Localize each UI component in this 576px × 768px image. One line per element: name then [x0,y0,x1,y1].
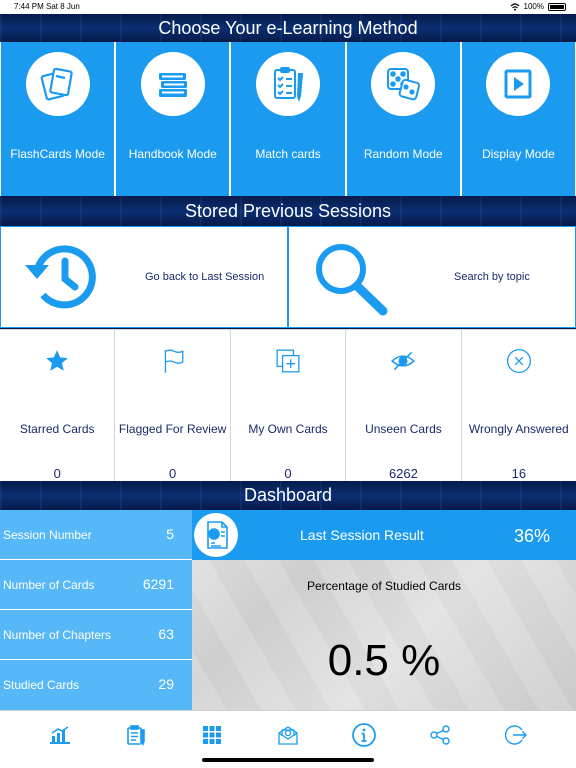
category-label: Flagged For Review [118,422,227,436]
category-count: 16 [511,466,527,481]
category-count: 0 [284,466,292,481]
stat-session-number: Session Number 5 [0,510,192,560]
stat-number-of-cards: Number of Cards 6291 [0,560,192,610]
category-count: 0 [168,466,177,481]
tab-statistics[interactable] [40,721,80,749]
x-circle-icon [506,348,531,374]
tab-notes[interactable] [116,721,156,749]
method-label: Match cards [255,147,321,161]
stat-label: Number of Chapters [3,628,112,642]
add-card-icon [276,349,300,373]
tab-contact[interactable] [268,721,308,749]
notes-icon [127,725,145,746]
stat-value: 29 [158,676,174,692]
star-icon [46,350,69,371]
flag-icon [164,349,184,373]
dashboard-header: Dashboard [0,481,576,510]
checklist-icon [274,67,304,103]
mail-icon [278,726,298,745]
flagged-cards-button[interactable]: Flagged For Review 0 [115,329,231,481]
logout-icon [504,725,527,745]
sessions-header: Stored Previous Sessions [0,196,576,226]
play-icon [504,69,532,99]
last-session-label: Last Session Result [300,527,424,543]
studied-percentage-value: 0.5 % [327,636,441,685]
search-by-topic-button[interactable]: Search by topic [288,226,576,328]
flashcards-icon [40,67,73,101]
unseen-cards-button[interactable]: Unseen Cards 6262 [346,329,462,481]
method-label: Random Mode [363,147,443,161]
my-own-cards-button[interactable]: My Own Cards 0 [230,329,347,481]
last-session-button[interactable]: Go back to Last Session [0,226,288,328]
category-label: Unseen Cards [365,422,442,436]
method-label: FlashCards Mode [10,147,105,161]
tab-share[interactable] [420,721,460,749]
match-cards-button[interactable]: Match cards [231,42,345,196]
tab-home[interactable] [192,721,232,749]
stat-value: 5 [166,526,174,542]
category-count: 6262 [388,466,418,481]
status-date: Sat 8 Jun [46,2,80,11]
battery-percent: 100% [523,2,544,11]
stat-label: Number of Cards [3,578,95,592]
category-count: 0 [53,466,61,481]
wrongly-answered-button[interactable]: Wrongly Answered 16 [461,329,576,481]
flashcards-mode-button[interactable]: FlashCards Mode [1,42,115,196]
methods-header: Choose Your e-Learning Method [0,14,576,42]
last-session-result[interactable]: Last Session Result 36% [192,510,576,560]
tab-exit[interactable] [496,721,536,749]
category-label: Wrongly Answered [468,422,569,436]
tab-info[interactable] [344,721,384,749]
history-icon [25,245,96,309]
share-icon [430,725,450,745]
grid-icon [203,726,221,744]
random-mode-button[interactable]: Random Mode [346,42,460,196]
status-time: 7:44 PM [14,2,44,11]
methods-row: FlashCards Mode Handbook Mode Match card… [0,42,576,196]
stat-number-of-chapters: Number of Chapters 63 [0,610,192,660]
books-icon [158,73,187,97]
display-mode-button[interactable]: Display Mode [461,42,576,196]
info-icon [352,723,376,747]
handbook-mode-button[interactable]: Handbook Mode [116,42,230,196]
category-label: Starred Cards [19,422,95,436]
stat-value: 63 [158,626,174,642]
stat-label: Studied Cards [3,678,80,692]
battery-icon [548,2,566,11]
chart-icon [50,726,70,744]
status-bar: 7:44 PM Sat 8 Jun 100% [0,0,576,14]
home-indicator [202,758,374,762]
dice-icon [387,68,421,101]
eye-slash-icon [391,351,416,371]
report-icon [207,521,228,549]
method-label: Handbook Mode [128,147,217,161]
stat-label: Session Number [3,528,92,542]
studied-percentage-title: Percentage of Studied Cards [306,579,462,593]
wifi-icon [510,2,519,11]
stat-studied-cards: Studied Cards 29 [0,660,192,710]
method-label: Display Mode [482,147,555,161]
stat-value: 6291 [142,576,174,592]
last-session-value: 36% [513,526,550,546]
categories-row: Starred Cards 0 Flagged For Review 0 My … [0,329,576,481]
sessions-row: Go back to Last Session Search by topic [0,226,576,328]
session-label: Go back to Last Session [145,271,265,283]
status-right: 100% [510,2,566,11]
search-icon [316,244,388,316]
dashboard-stats: Session Number 5 Number of Cards 6291 Nu… [0,510,192,710]
session-label: Search by topic [454,271,530,283]
category-label: My Own Cards [248,422,328,436]
starred-cards-button[interactable]: Starred Cards 0 [0,329,116,481]
dashboard-results: Last Session Result 36% Percentage of St… [192,510,576,710]
